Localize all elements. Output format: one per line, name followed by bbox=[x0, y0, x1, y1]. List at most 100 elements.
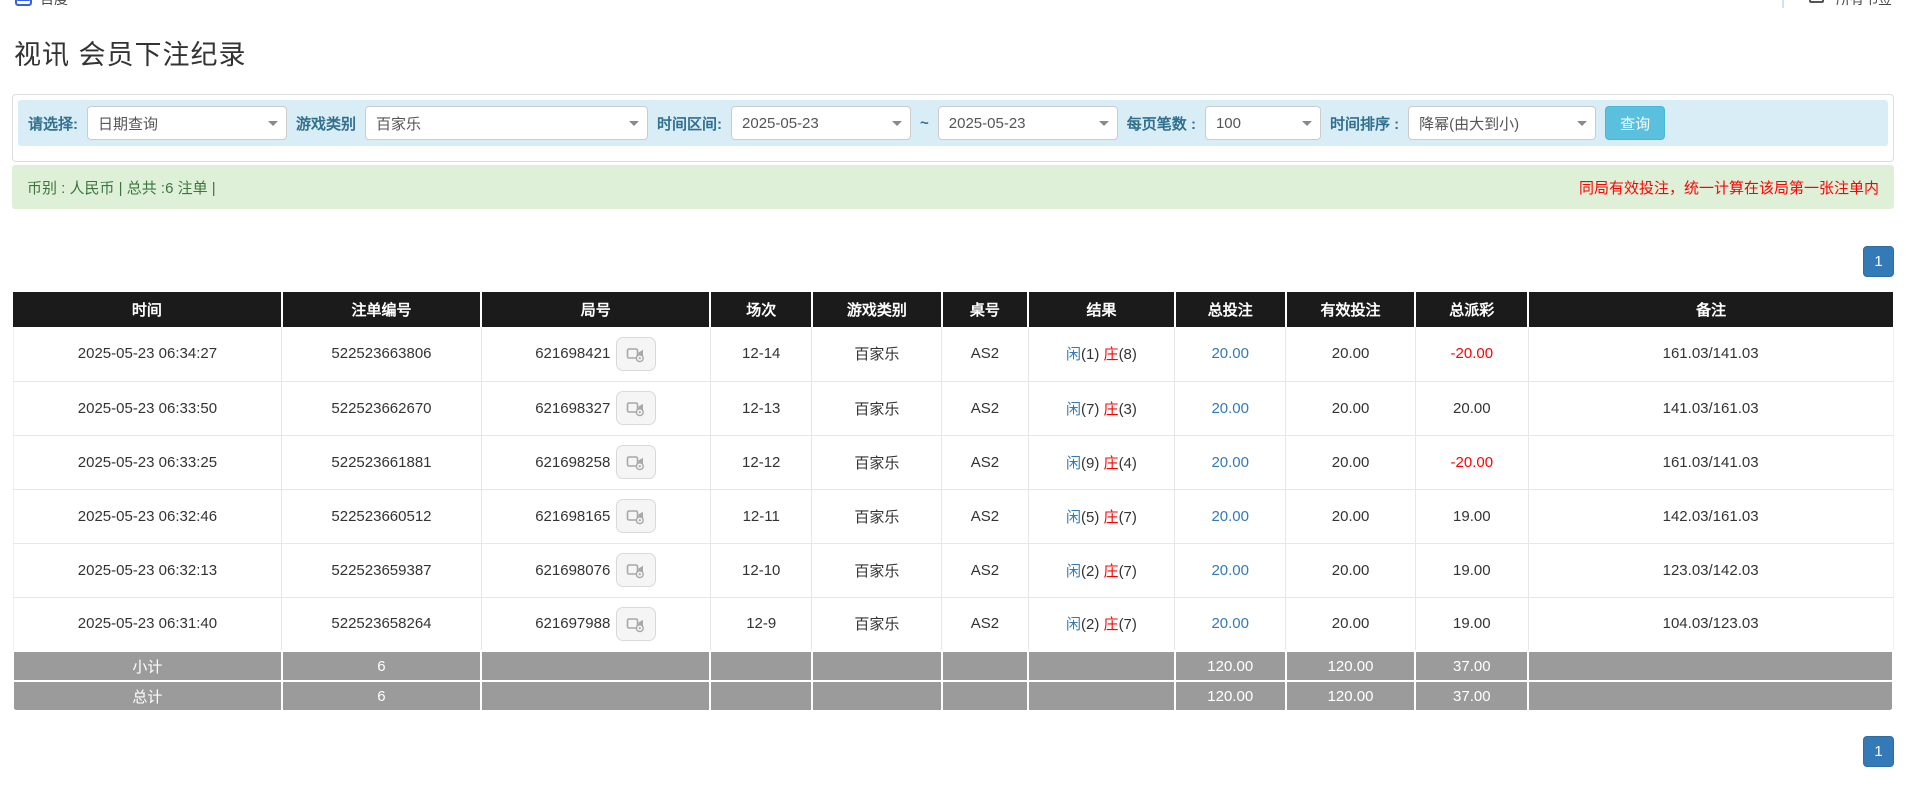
cell-valid-bet: 20.00 bbox=[1286, 489, 1416, 543]
cell-total-bet[interactable]: 20.00 bbox=[1175, 543, 1286, 597]
cell-result: 闲(2) 庄(7) bbox=[1028, 543, 1175, 597]
video-icon bbox=[626, 452, 646, 472]
caret-down-icon bbox=[621, 107, 647, 139]
pagination-top: 1 bbox=[12, 246, 1894, 277]
result-banker-label: 庄 bbox=[1104, 509, 1119, 526]
video-replay-button[interactable] bbox=[616, 337, 656, 371]
subtotal-row-note bbox=[1528, 651, 1893, 681]
sort-select[interactable]: 降幂(由大到小) bbox=[1408, 106, 1596, 140]
cell-round-id: 621698076 bbox=[481, 543, 710, 597]
cell-game-type: 百家乐 bbox=[812, 597, 942, 651]
result-player-score: (9) bbox=[1081, 455, 1104, 472]
game-type-value: 百家乐 bbox=[366, 113, 431, 134]
result-player-score: (2) bbox=[1081, 616, 1104, 633]
cell-result: 闲(9) 庄(4) bbox=[1028, 435, 1175, 489]
result-banker-label: 庄 bbox=[1104, 616, 1119, 633]
date-from-select[interactable]: 2025-05-23 bbox=[731, 106, 911, 140]
cell-payout: 20.00 bbox=[1415, 381, 1528, 435]
pagination-page-1-button[interactable]: 1 bbox=[1863, 736, 1894, 767]
table-row: 2025-05-23 06:32:46522523660512621698165… bbox=[13, 489, 1893, 543]
cell-round-id: 621698258 bbox=[481, 435, 710, 489]
total-bet-link[interactable]: 20.00 bbox=[1211, 345, 1249, 362]
date-to-select[interactable]: 2025-05-23 bbox=[938, 106, 1118, 140]
cell-round-id: 621697988 bbox=[481, 597, 710, 651]
game-type-label: 游戏类别 bbox=[296, 113, 356, 134]
cell-valid-bet: 20.00 bbox=[1286, 435, 1416, 489]
column-header-result: 结果 bbox=[1028, 292, 1175, 327]
cell-result: 闲(2) 庄(7) bbox=[1028, 597, 1175, 651]
result-player-score: (7) bbox=[1081, 401, 1104, 418]
time-range-label: 时间区间: bbox=[657, 113, 722, 134]
all-bookmarks-label[interactable]: 所有书签 bbox=[1836, 0, 1892, 9]
cell-table-no: AS2 bbox=[942, 327, 1028, 381]
cell-session: 12-13 bbox=[710, 381, 812, 435]
query-type-select[interactable]: 日期查询 bbox=[87, 106, 287, 140]
video-replay-button[interactable] bbox=[616, 391, 656, 425]
video-replay-button[interactable] bbox=[616, 553, 656, 587]
cell-time: 2025-05-23 06:33:50 bbox=[13, 381, 282, 435]
bookmark-item-label[interactable]: 百度 bbox=[40, 0, 68, 9]
cell-valid-bet: 20.00 bbox=[1286, 327, 1416, 381]
per-page-label: 每页笔数 : bbox=[1127, 113, 1196, 134]
cell-time: 2025-05-23 06:33:25 bbox=[13, 435, 282, 489]
video-replay-button[interactable] bbox=[616, 499, 656, 533]
round-id-with-replay: 621698165 bbox=[535, 499, 656, 533]
column-header-valid-bet: 有效投注 bbox=[1286, 292, 1416, 327]
total-bet-link[interactable]: 20.00 bbox=[1211, 508, 1249, 525]
total-bet-link[interactable]: 20.00 bbox=[1211, 615, 1249, 632]
video-replay-button[interactable] bbox=[616, 607, 656, 641]
cell-round-id: 621698421 bbox=[481, 327, 710, 381]
cell-total-bet[interactable]: 20.00 bbox=[1175, 327, 1286, 381]
cell-bet-id: 522523663806 bbox=[282, 327, 481, 381]
cell-valid-bet: 20.00 bbox=[1286, 597, 1416, 651]
round-id-text: 621698258 bbox=[535, 454, 610, 471]
round-id-text: 621698327 bbox=[535, 400, 610, 417]
result-player-label: 闲 bbox=[1066, 346, 1081, 363]
result-banker-label: 庄 bbox=[1104, 563, 1119, 580]
result-player-label: 闲 bbox=[1066, 455, 1081, 472]
cell-total-bet[interactable]: 20.00 bbox=[1175, 489, 1286, 543]
video-icon bbox=[626, 506, 646, 526]
caret-down-icon bbox=[1091, 107, 1117, 139]
cell-total-bet[interactable]: 20.00 bbox=[1175, 381, 1286, 435]
total-bet-link[interactable]: 20.00 bbox=[1211, 454, 1249, 471]
total-bet-link[interactable]: 20.00 bbox=[1211, 400, 1249, 417]
result-banker-score: (4) bbox=[1119, 455, 1137, 472]
cell-bet-id: 522523661881 bbox=[282, 435, 481, 489]
round-id-text: 621698165 bbox=[535, 508, 610, 525]
cell-game-type: 百家乐 bbox=[812, 327, 942, 381]
total-row-session bbox=[710, 681, 812, 711]
per-page-select[interactable]: 100 bbox=[1205, 106, 1321, 140]
caret-down-icon bbox=[260, 107, 286, 139]
pagination-page-1-button[interactable]: 1 bbox=[1863, 246, 1894, 277]
round-id-with-replay: 621698421 bbox=[535, 337, 656, 371]
total-row: 总计6120.00120.0037.00 bbox=[13, 681, 1893, 711]
cell-note: 142.03/161.03 bbox=[1528, 489, 1893, 543]
video-icon bbox=[626, 560, 646, 580]
subtotal-row-total-bet: 120.00 bbox=[1175, 651, 1286, 681]
table-row: 2025-05-23 06:33:50522523662670621698327… bbox=[13, 381, 1893, 435]
round-id-text: 621697988 bbox=[535, 615, 610, 632]
result-player-score: (2) bbox=[1081, 563, 1104, 580]
game-type-select[interactable]: 百家乐 bbox=[365, 106, 648, 140]
cell-game-type: 百家乐 bbox=[812, 543, 942, 597]
bet-records-table-wrap: 时间 注单编号 局号 场次 游戏类别 桌号 结果 总投注 有效投注 总派彩 备注… bbox=[12, 292, 1894, 712]
cell-table-no: AS2 bbox=[942, 597, 1028, 651]
total-bet-link[interactable]: 20.00 bbox=[1211, 562, 1249, 579]
table-row: 2025-05-23 06:32:13522523659387621698076… bbox=[13, 543, 1893, 597]
subtotal-row-count: 6 bbox=[282, 651, 481, 681]
cell-game-type: 百家乐 bbox=[812, 489, 942, 543]
column-header-bet-id: 注单编号 bbox=[282, 292, 481, 327]
subtotal-row: 小计6120.00120.0037.00 bbox=[13, 651, 1893, 681]
subtotal-row-round-id bbox=[481, 651, 710, 681]
video-replay-button[interactable] bbox=[616, 445, 656, 479]
cell-total-bet[interactable]: 20.00 bbox=[1175, 597, 1286, 651]
cell-total-bet[interactable]: 20.00 bbox=[1175, 435, 1286, 489]
result-banker-score: (7) bbox=[1119, 563, 1137, 580]
search-button[interactable]: 查询 bbox=[1605, 106, 1665, 140]
column-header-session: 场次 bbox=[710, 292, 812, 327]
cell-note: 161.03/141.03 bbox=[1528, 435, 1893, 489]
query-type-value: 日期查询 bbox=[88, 113, 168, 134]
total-row-label: 总计 bbox=[13, 681, 282, 711]
result-banker-label: 庄 bbox=[1104, 346, 1119, 363]
